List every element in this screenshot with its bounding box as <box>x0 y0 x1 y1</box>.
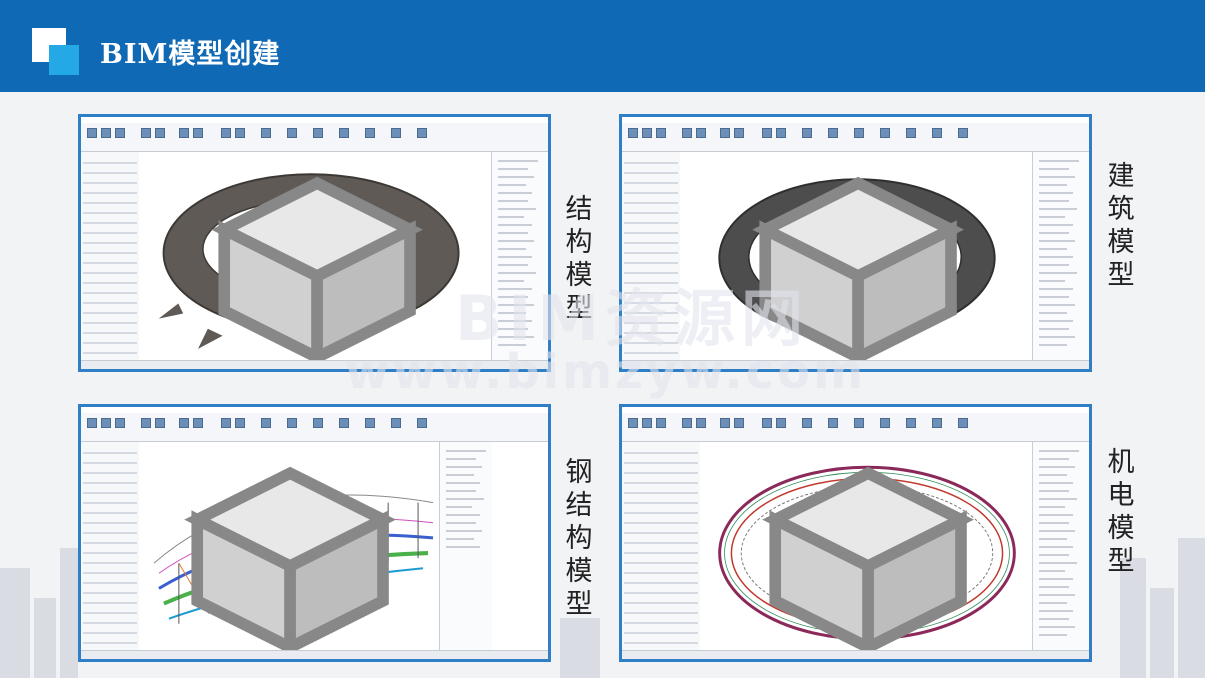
project-browser <box>1032 152 1089 361</box>
view-cube-icon[interactable] <box>690 450 1023 659</box>
ribbon-toolbar <box>81 123 548 152</box>
project-browser <box>439 442 492 651</box>
screenshot-steel-model <box>78 404 551 662</box>
project-browser <box>1032 442 1089 651</box>
page-title: BIM模型创建 <box>100 39 281 70</box>
screenshot-mep-model <box>619 404 1092 662</box>
label-steel-model: 钢结构模型 <box>565 457 593 620</box>
header-bar: BIM模型创建 <box>0 0 1205 92</box>
ribbon-toolbar <box>81 413 548 442</box>
ribbon-toolbar <box>622 123 1089 152</box>
label-architecture-model: 建筑模型 <box>1107 161 1135 291</box>
label-mep-model: 机电模型 <box>1107 447 1135 577</box>
watermark-url: www.bimzyw.com <box>345 344 867 400</box>
3d-viewport[interactable] <box>700 442 1033 657</box>
status-bar <box>81 650 548 659</box>
view-cube-icon[interactable] <box>129 450 428 659</box>
3d-viewport[interactable] <box>139 442 438 657</box>
status-bar <box>622 650 1089 659</box>
view-cube-icon[interactable] <box>129 160 482 369</box>
3d-viewport[interactable] <box>139 152 492 367</box>
ribbon-toolbar <box>622 413 1089 442</box>
logo-accent-square-icon <box>49 45 79 75</box>
